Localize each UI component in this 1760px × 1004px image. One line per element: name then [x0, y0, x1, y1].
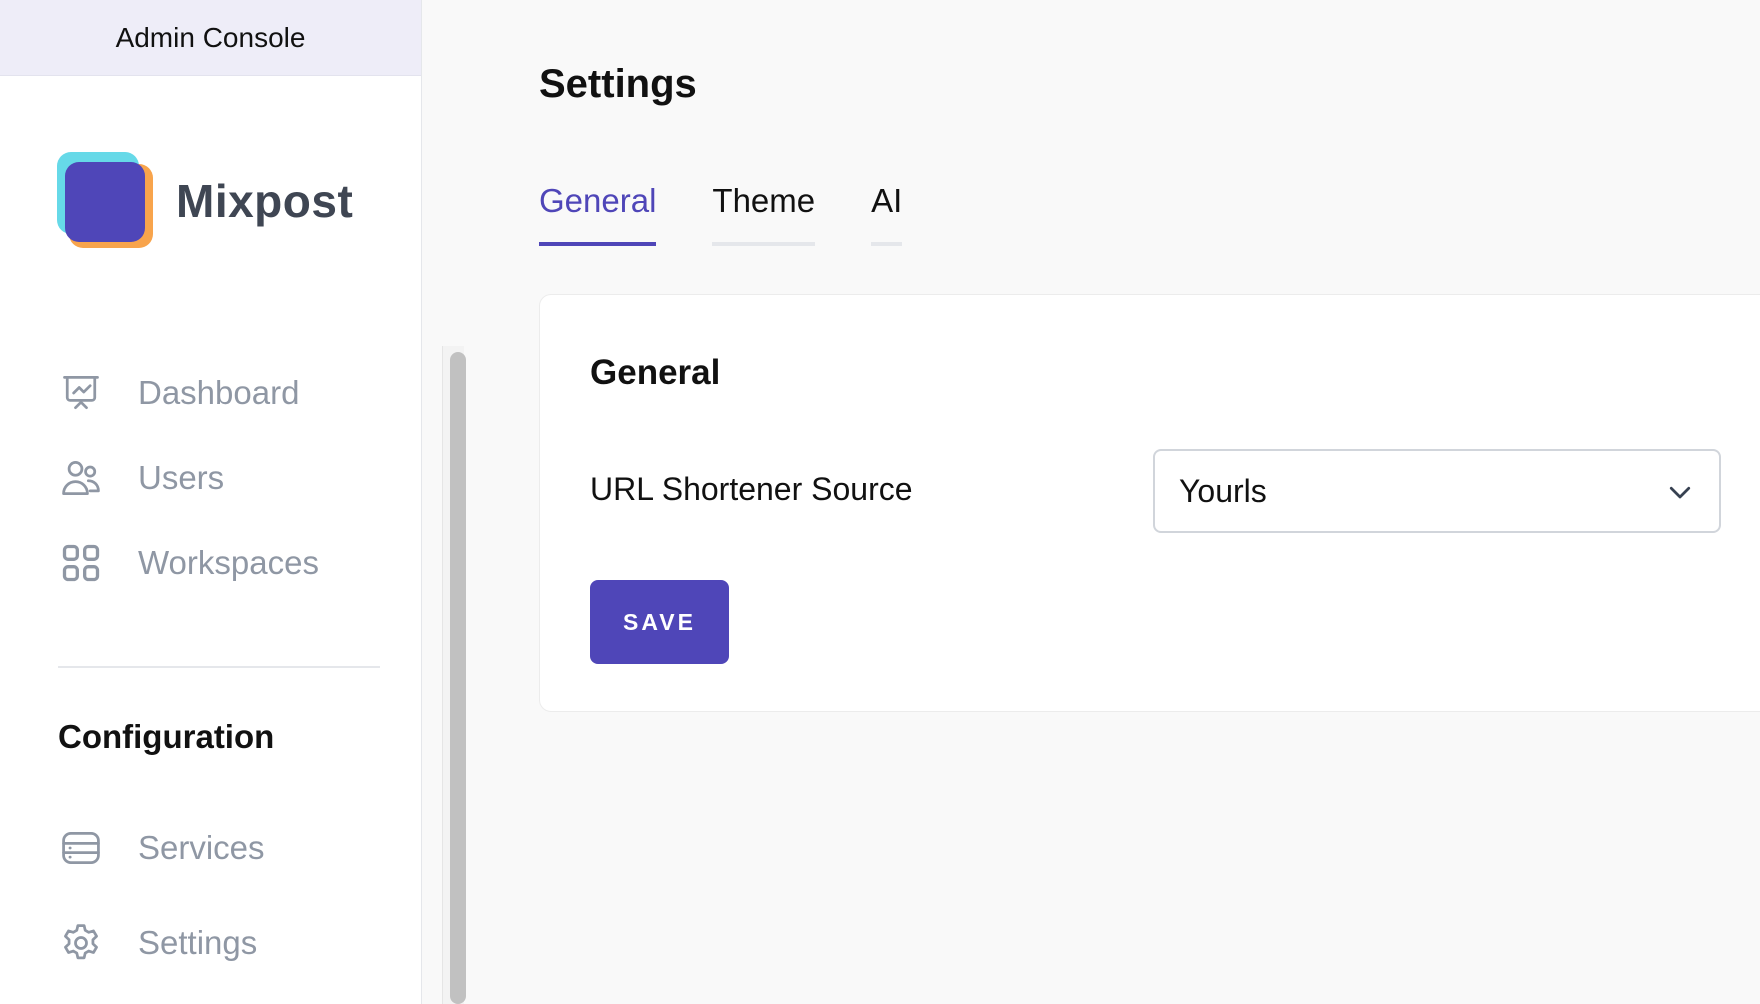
chevron-down-icon [1669, 486, 1691, 499]
sidebar-item-label: Dashboard [138, 374, 300, 411]
presentation-chart-icon [58, 370, 104, 416]
url-shortener-label: URL Shortener Source [590, 471, 913, 507]
url-shortener-select[interactable]: Yourls [1153, 449, 1721, 533]
app-root: Admin Console Mixpost Dashboard Users Wo… [0, 0, 1760, 1004]
select-value: Yourls [1179, 472, 1267, 509]
sidebar: Admin Console Mixpost Dashboard Users Wo… [0, 0, 466, 1004]
section-title-configuration: Configuration [58, 718, 275, 755]
sidebar-item-label: Users [138, 459, 225, 496]
tab-ai[interactable]: AI [871, 182, 903, 246]
page-title: Settings [539, 62, 697, 106]
mixpost-logo [57, 152, 154, 249]
gear-icon [58, 920, 104, 966]
save-button[interactable]: SAVE [590, 580, 729, 664]
sidebar-item-label: Settings [138, 924, 258, 961]
sidebar-item-label: Services [138, 829, 265, 866]
general-settings-card: General URL Shortener Source Yourls SAVE [539, 294, 1760, 712]
brand-name: Mixpost [176, 174, 354, 227]
sidebar-item-dashboard[interactable]: Dashboard [58, 370, 299, 416]
admin-console-label: Admin Console [115, 21, 306, 53]
sidebar-item-workspaces[interactable]: Workspaces [58, 540, 319, 586]
server-stack-icon [58, 825, 104, 871]
main-content: Settings General Theme AI General URL Sh… [422, 0, 1760, 1004]
sidebar-item-settings[interactable]: Settings [58, 920, 257, 966]
sidebar-item-services[interactable]: Services [58, 825, 265, 871]
grid-icon [58, 540, 104, 586]
sidebar-divider [58, 666, 380, 668]
settings-tabs: General Theme AI [539, 182, 958, 246]
sidebar-item-users[interactable]: Users [58, 455, 224, 501]
card-title: General [590, 353, 721, 392]
sidebar-item-label: Workspaces [138, 544, 319, 581]
admin-console-bar: Admin Console [0, 0, 421, 76]
tab-theme[interactable]: Theme [712, 182, 816, 246]
users-icon [58, 455, 104, 501]
tab-general[interactable]: General [539, 182, 657, 246]
brand[interactable]: Mixpost [57, 152, 353, 249]
